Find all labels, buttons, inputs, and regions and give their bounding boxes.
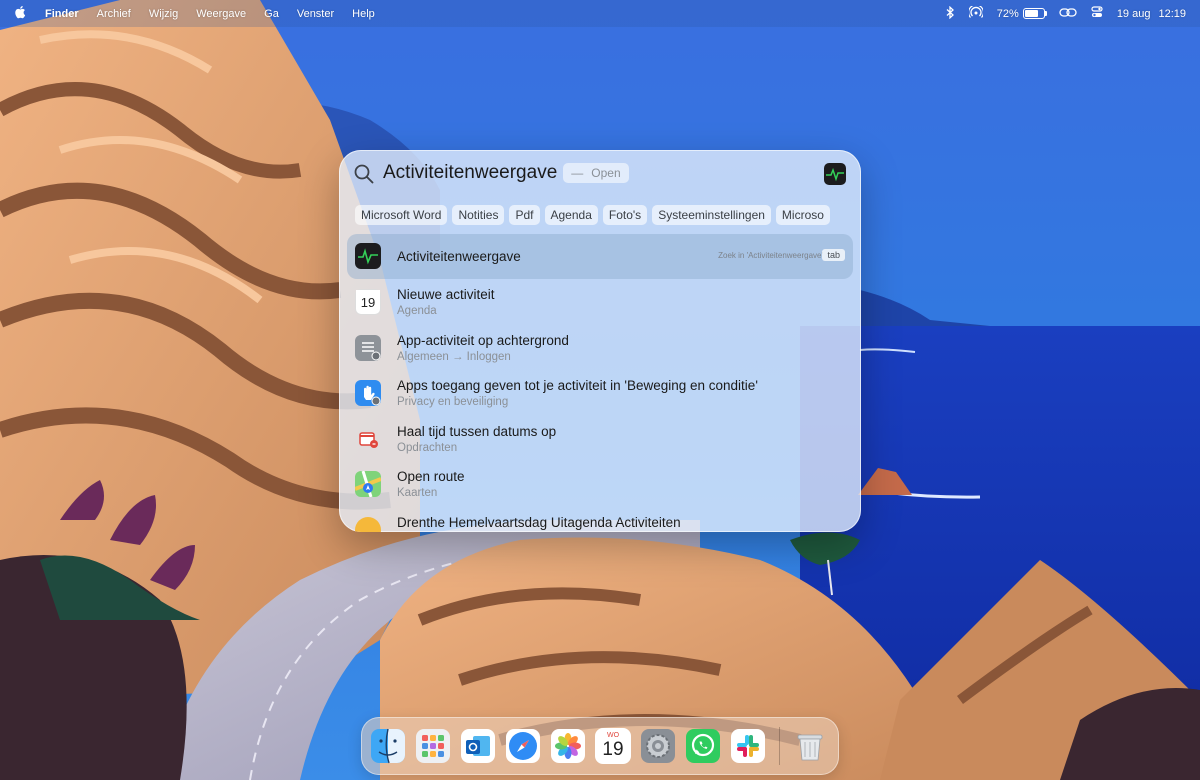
search-open-hint: — Open bbox=[563, 163, 629, 183]
dock-separator bbox=[779, 727, 780, 765]
result-title: Activiteitenweergave bbox=[397, 249, 521, 264]
spotlight-filter-bar: Microsoft Word Notities Pdf Agenda Foto's Sys… bbox=[355, 205, 861, 225]
calendar-icon[interactable]: WO 19 bbox=[595, 728, 631, 764]
tab-key-badge: tab bbox=[822, 249, 845, 261]
trash-icon[interactable] bbox=[792, 728, 828, 764]
result-title: App-activiteit op achtergrond bbox=[397, 332, 569, 348]
hint-open-label: Open bbox=[591, 166, 621, 180]
hint-dash: — bbox=[571, 166, 584, 180]
system-settings-icon[interactable] bbox=[640, 728, 676, 764]
battery-percent: 72% bbox=[996, 7, 1019, 20]
menu-ga[interactable]: Ga bbox=[264, 8, 279, 20]
menu-wijzig[interactable]: Wijzig bbox=[149, 8, 178, 20]
result-open-route[interactable]: Open route Kaarten bbox=[347, 462, 853, 508]
filter-chip-systeeminstellingen[interactable]: Systeeminstellingen bbox=[652, 205, 771, 225]
bluetooth-icon[interactable] bbox=[946, 5, 955, 22]
result-subtitle: Opdrachten bbox=[397, 441, 458, 454]
control-center-icon[interactable] bbox=[1091, 6, 1103, 21]
maps-icon bbox=[354, 470, 382, 498]
battery-level-fill bbox=[1024, 10, 1038, 17]
filter-chip-microsoft-overflow[interactable]: Microso bbox=[775, 205, 830, 225]
search-in-app-hint[interactable]: Zoek in 'Activiteitenweergave' bbox=[718, 251, 823, 260]
spotlight-search-input[interactable]: Activiteitenweergave — Open bbox=[383, 161, 629, 185]
result-nieuwe-activiteit[interactable]: 19 Nieuwe activiteit Agenda bbox=[347, 280, 853, 326]
result-haal-tijd[interactable]: Haal tijd tussen datums op Opdrachten bbox=[347, 417, 853, 463]
filter-chip-pdf[interactable]: Pdf bbox=[509, 205, 540, 225]
activity-monitor-icon bbox=[355, 243, 381, 269]
result-subtitle: Kaarten bbox=[397, 487, 438, 500]
activity-monitor-icon bbox=[824, 163, 846, 185]
result-title: Nieuwe activiteit bbox=[397, 287, 495, 302]
desktop: Finder Archief Wijzig Weergave Ga Venste… bbox=[0, 0, 1200, 780]
result-title: Haal tijd tussen datums op bbox=[397, 423, 557, 439]
result-subtitle: Agenda bbox=[397, 305, 437, 317]
result-app-activiteit[interactable]: App-activiteit op achtergrond Algemeen →… bbox=[347, 326, 853, 372]
menu-bar: Finder Archief Wijzig Weergave Ga Venste… bbox=[0, 0, 1200, 27]
result-subtitle: Privacy en beveiliging bbox=[397, 396, 509, 409]
dock: WO 19 bbox=[361, 717, 839, 775]
search-query-text[interactable]: Activiteitenweergave bbox=[383, 162, 557, 184]
menu-weergave[interactable]: Weergave bbox=[196, 8, 246, 20]
search-icon bbox=[353, 163, 375, 185]
result-top-hit[interactable]: Activiteitenweergave Zoek in 'Activiteit… bbox=[347, 234, 853, 279]
filter-chip-fotos[interactable]: Foto's bbox=[602, 205, 648, 225]
result-title: Apps toegang geven tot je activiteit in … bbox=[397, 378, 758, 394]
web-result-icon bbox=[355, 516, 381, 532]
screen-mirroring-icon[interactable] bbox=[1059, 7, 1077, 21]
privacy-hand-icon bbox=[355, 380, 381, 407]
spotlight-panel: Activiteitenweergave — Open Microsoft Wor… bbox=[339, 150, 861, 532]
outlook-icon[interactable] bbox=[460, 728, 496, 764]
settings-list-icon bbox=[355, 334, 381, 361]
finder-icon[interactable] bbox=[370, 728, 406, 764]
slack-icon[interactable] bbox=[730, 728, 766, 764]
filter-chip-agenda[interactable]: Agenda bbox=[544, 205, 598, 225]
result-subtitle: Algemeen → Inloggen bbox=[397, 350, 511, 363]
calendar-icon: 19 bbox=[355, 289, 381, 315]
filter-chip-notities[interactable]: Notities bbox=[452, 205, 505, 225]
result-title: Drenthe Hemelvaartsdag Uitagenda Activit… bbox=[397, 514, 681, 530]
airdrop-icon[interactable] bbox=[967, 3, 984, 22]
spotlight-search-row: Activiteitenweergave — Open bbox=[339, 150, 861, 196]
apple-menu-icon[interactable] bbox=[14, 5, 26, 22]
calendar-day-number: 19 bbox=[360, 295, 376, 310]
whatsapp-icon[interactable] bbox=[685, 728, 721, 764]
spotlight-results-list: Activiteitenweergave Zoek in 'Activiteit… bbox=[347, 234, 853, 532]
menu-help[interactable]: Help bbox=[352, 8, 375, 20]
menubar-time[interactable]: 12:19 bbox=[1158, 8, 1186, 20]
filter-chip-microsoft-word[interactable]: Microsoft Word bbox=[355, 205, 448, 225]
menubar-date[interactable]: 19 aug bbox=[1117, 8, 1151, 20]
safari-icon[interactable] bbox=[505, 728, 541, 764]
battery-status[interactable]: 72% bbox=[996, 7, 1047, 20]
launchpad-icon[interactable] bbox=[415, 728, 451, 764]
result-drenthe[interactable]: Drenthe Hemelvaartsdag Uitagenda Activit… bbox=[347, 508, 853, 532]
dock-calendar-day: 19 bbox=[602, 739, 624, 760]
menu-archief[interactable]: Archief bbox=[97, 8, 131, 20]
menu-app-name[interactable]: Finder bbox=[45, 8, 79, 20]
result-apps-toegang[interactable]: Apps toegang geven tot je activiteit in … bbox=[347, 371, 853, 417]
photos-icon[interactable] bbox=[550, 728, 586, 764]
shortcuts-calendar-icon bbox=[355, 426, 381, 452]
result-title: Open route bbox=[397, 469, 465, 485]
menu-venster[interactable]: Venster bbox=[297, 8, 334, 20]
battery-icon bbox=[1022, 8, 1047, 19]
